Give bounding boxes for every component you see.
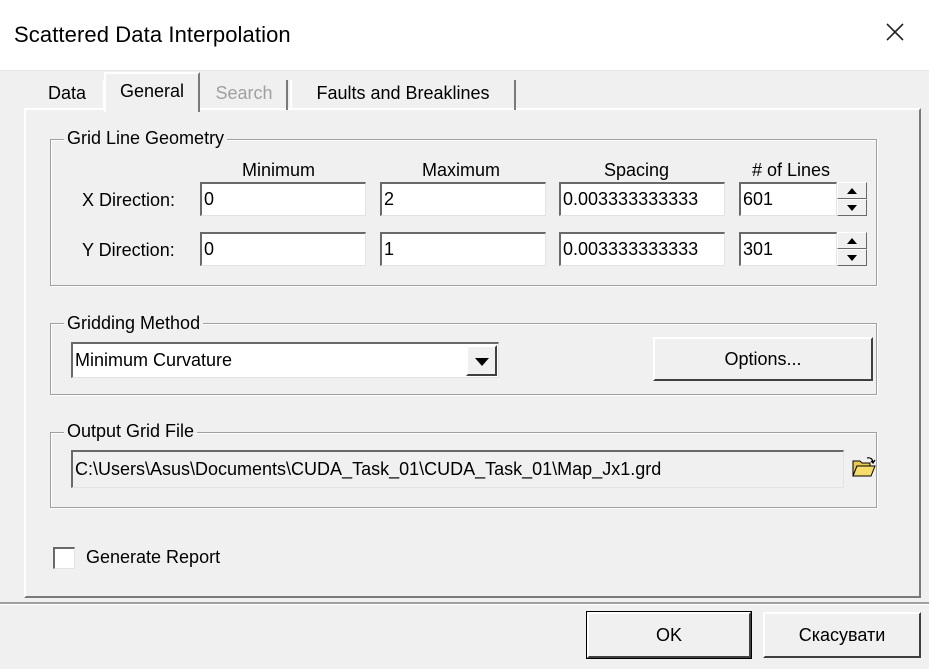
x-minimum-input[interactable]: 0 [200,182,366,216]
window-title: Scattered Data Interpolation [14,22,291,47]
y-direction-label: Y Direction: [82,240,175,260]
tab-divider [290,80,292,110]
title-bar: Scattered Data Interpolation [0,0,929,71]
x-direction-label: X Direction: [82,190,176,210]
x-lines-spinner[interactable] [837,182,867,216]
header-maximum: Maximum [422,160,501,180]
tab-faults-and-breaklines[interactable]: Faults and Breaklines [294,78,512,110]
y-spacing-input[interactable]: 0.003333333333 [559,232,725,266]
tab-faults-label: Faults and Breaklines [316,83,490,103]
tab-general-label: General [119,81,185,101]
tab-divider [286,80,288,110]
grid-line-geometry-label: Grid Line Geometry [64,128,228,149]
spin-down-icon[interactable] [837,199,867,216]
gridding-method-label: Gridding Method [64,313,204,334]
options-button[interactable]: Options... [653,337,873,381]
y-minimum-input[interactable]: 0 [200,232,366,266]
output-grid-file-input[interactable]: C:\Users\Asus\Documents\CUDA_Task_01\CUD… [71,450,844,488]
dialog-separator [0,602,929,605]
tab-search: Search [204,78,284,110]
x-spacing-input[interactable]: 0.003333333333 [559,182,725,216]
y-lines-input[interactable]: 301 [739,232,837,266]
tab-search-label: Search [215,83,273,103]
spin-down-icon[interactable] [837,249,867,266]
tab-general[interactable]: General [104,72,200,112]
generate-report-label: Generate Report [86,547,221,567]
options-button-label: Options... [724,348,802,369]
y-maximum-input[interactable]: 1 [380,232,546,266]
generate-report-checkbox[interactable] [53,547,75,569]
close-icon[interactable] [879,16,911,48]
folder-open-icon[interactable] [852,457,876,479]
header-spacing: Spacing [604,160,670,180]
x-maximum-input[interactable]: 2 [380,182,546,216]
gridding-method-dropdown-button[interactable] [466,345,497,376]
tab-data-label: Data [47,83,87,103]
cancel-button[interactable]: Скасувати [763,612,921,658]
spin-up-icon[interactable] [837,232,867,249]
y-lines-spinner[interactable] [837,232,867,266]
ok-button-label: OK [655,624,682,645]
chevron-down-icon [474,350,489,371]
output-grid-file-label: Output Grid File [64,421,198,442]
ok-button[interactable]: OK [586,611,752,659]
gridding-method-value: Minimum Curvature [75,350,233,370]
header-minimum: Minimum [242,160,316,180]
header-number-of-lines: # of Lines [752,160,831,180]
gridding-method-select[interactable]: Minimum Curvature [71,342,499,378]
x-lines-input[interactable]: 601 [739,182,837,216]
spin-up-icon[interactable] [837,182,867,199]
cancel-button-label: Скасувати [798,624,886,645]
tab-data[interactable]: Data [32,78,102,110]
tab-divider [514,80,516,110]
